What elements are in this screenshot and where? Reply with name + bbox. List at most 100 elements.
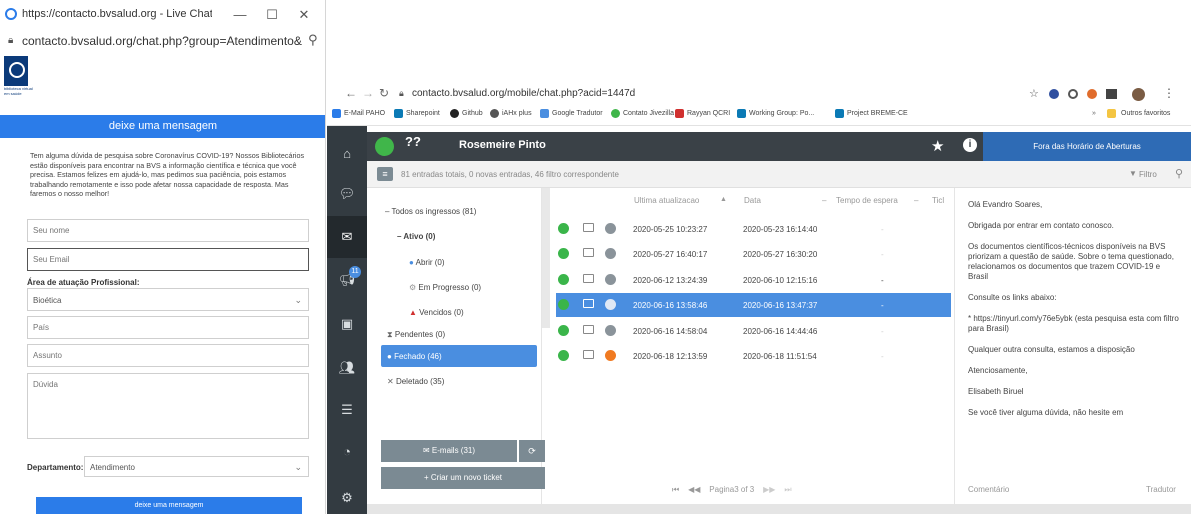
add-circle-icon[interactable] bbox=[605, 299, 616, 310]
check-circle-icon bbox=[558, 325, 569, 336]
close-icon[interactable]: ✕ bbox=[294, 6, 314, 24]
cell-date: 2020-06-16 14:44:46 bbox=[743, 327, 818, 336]
envelope-icon bbox=[583, 350, 594, 359]
refresh-icon[interactable]: ⟳ bbox=[519, 440, 545, 462]
bookmark-paho[interactable]: E-Mail PAHO bbox=[344, 110, 385, 117]
info-icon[interactable]: i bbox=[963, 138, 977, 152]
bookmark-working-group[interactable]: Working Group: Po... bbox=[749, 110, 814, 117]
table-row[interactable]: 2020-05-25 10:23:27 2020-05-23 16:14:40 … bbox=[556, 217, 951, 241]
hamburger-icon[interactable]: ≡ bbox=[377, 167, 393, 181]
sort-icon[interactable]: – bbox=[822, 196, 826, 205]
country-input[interactable] bbox=[27, 316, 309, 339]
name-input[interactable] bbox=[27, 219, 309, 242]
first-page-icon[interactable]: ⏮ bbox=[672, 485, 679, 494]
table-row[interactable]: 2020-05-27 16:40:17 2020-05-27 16:30:20 … bbox=[556, 242, 951, 266]
bookmark-breme[interactable]: Project BREME-CE bbox=[847, 110, 908, 117]
area-select[interactable]: Bioética ⌄ bbox=[27, 288, 309, 311]
bookmark-contato[interactable]: Contato Jivezilla bbox=[623, 110, 674, 117]
column-header-wait[interactable]: Tempo de espera bbox=[836, 196, 898, 205]
minimize-icon[interactable]: — bbox=[230, 6, 250, 24]
chat-icon[interactable]: 💬︎ bbox=[337, 184, 357, 204]
reload-icon[interactable]: ↻ bbox=[379, 86, 389, 100]
operator-name: Rosemeire Pinto bbox=[459, 139, 546, 151]
new-ticket-button[interactable]: + Criar um novo ticket bbox=[381, 467, 545, 489]
bookmark-github[interactable]: Github bbox=[462, 110, 483, 117]
users-icon[interactable]: 👥︎ bbox=[337, 358, 357, 378]
add-circle-icon[interactable] bbox=[605, 325, 616, 336]
chart-icon[interactable]: ◔ bbox=[337, 442, 357, 462]
search-icon[interactable]: ⚲ bbox=[1175, 167, 1183, 180]
gear-icon: ⚙ bbox=[409, 283, 417, 292]
comment-tab[interactable]: Comentário bbox=[968, 485, 1009, 494]
tree-item-all[interactable]: – Todos os ingressos (81) bbox=[385, 207, 476, 216]
bookmark-outros[interactable]: Outros favoritos bbox=[1121, 110, 1170, 117]
table-row[interactable]: 2020-06-18 12:13:59 2020-06-18 11:51:54 … bbox=[556, 344, 951, 368]
bookmark-sharepoint[interactable]: Sharepoint bbox=[406, 110, 440, 117]
table-row[interactable]: 2020-06-12 13:24:39 2020-06-10 12:15:16 … bbox=[556, 268, 951, 292]
bookmark-rayyan[interactable]: Rayyan QCRI bbox=[687, 110, 730, 117]
tree-item-active[interactable]: – Ativo (0) bbox=[397, 232, 435, 241]
subject-input[interactable] bbox=[27, 344, 309, 367]
opening-hours-status[interactable]: Fora das Horário de Aberturas bbox=[983, 132, 1191, 161]
back-icon[interactable]: ← bbox=[345, 86, 357, 100]
bookmark-google-tradutor[interactable]: Google Tradutor bbox=[552, 110, 603, 117]
maximize-icon[interactable]: ☐ bbox=[262, 6, 282, 24]
check-circle-icon bbox=[558, 223, 569, 234]
bookmark-star-icon[interactable]: ☆ bbox=[1029, 87, 1039, 100]
sort-icon[interactable]: – bbox=[914, 196, 918, 205]
sort-asc-icon[interactable]: ▲ bbox=[720, 196, 727, 203]
bookmark-iahx[interactable]: iAHx plus bbox=[502, 110, 532, 117]
forward-icon[interactable]: → bbox=[362, 86, 374, 100]
page-indicator: Pagina3 of 3 bbox=[709, 485, 755, 494]
emails-button[interactable]: ✉ E-mails (31) bbox=[381, 440, 517, 462]
table-row-selected[interactable]: 2020-06-16 13:58:46 2020-06-16 13:47:37 … bbox=[556, 293, 951, 317]
prev-page-icon[interactable]: ◀◀ bbox=[688, 485, 700, 494]
archive-icon[interactable]: ▣ bbox=[337, 314, 357, 334]
add-circle-icon[interactable] bbox=[605, 223, 616, 234]
next-page-icon[interactable]: ▶▶ bbox=[763, 485, 775, 494]
chat-popup-window: https://contacto.bvsalud.org - Live Chat… bbox=[0, 0, 326, 514]
menu-dots-icon[interactable]: ⋮ bbox=[1163, 86, 1175, 100]
reply-greeting: Olá Evandro Soares, bbox=[968, 200, 1043, 209]
avatar[interactable] bbox=[1132, 88, 1145, 101]
filter-button[interactable]: Filtro bbox=[1139, 170, 1157, 179]
send-message-button[interactable]: deixe uma mensagem bbox=[36, 497, 302, 514]
github-icon bbox=[450, 109, 459, 118]
column-header-updated[interactable]: Ultima atualizacao bbox=[634, 196, 699, 205]
table-row[interactable]: 2020-06-16 14:58:04 2020-06-16 14:44:46 … bbox=[556, 319, 951, 343]
check-circle-icon bbox=[558, 274, 569, 285]
sidebar: ⌂ 💬︎ ✉ 📢︎ 11 ▣ 👥︎ ☰ ◔ ⚙ bbox=[327, 126, 367, 514]
email-input[interactable] bbox=[27, 248, 309, 271]
extension-icon[interactable] bbox=[1106, 89, 1117, 99]
star-icon[interactable]: ★ bbox=[931, 137, 944, 155]
department-select[interactable]: Atendimento ⌄ bbox=[84, 456, 309, 477]
column-header-date[interactable]: Data bbox=[744, 196, 761, 205]
extension-icon[interactable] bbox=[1068, 89, 1078, 99]
settings-icon[interactable]: ⚙ bbox=[337, 488, 357, 508]
popup-address-bar[interactable]: 🔒︎ contacto.bvsalud.org/chat.php?group=A… bbox=[0, 30, 325, 52]
more-bookmarks-icon[interactable]: » bbox=[1092, 110, 1096, 117]
home-icon[interactable]: ⌂ bbox=[337, 144, 357, 164]
tree-item-overdue[interactable]: ▲ Vencidos (0) bbox=[409, 308, 464, 317]
question-textarea[interactable] bbox=[27, 373, 309, 439]
database-icon[interactable]: ☰ bbox=[337, 400, 357, 420]
extension-icon[interactable] bbox=[1087, 89, 1097, 99]
address-bar[interactable]: contacto.bvsalud.org/mobile/chat.php?aci… bbox=[412, 88, 635, 99]
mail-icon[interactable]: ✉ bbox=[337, 227, 357, 247]
tree-item-pending[interactable]: ⧗ Pendentes (0) bbox=[387, 330, 445, 340]
add-circle-icon[interactable] bbox=[605, 274, 616, 285]
zoom-icon[interactable]: ⚲ bbox=[308, 32, 318, 48]
last-page-icon[interactable]: ⏭ bbox=[784, 485, 791, 494]
column-header-ticket[interactable]: Ticl bbox=[932, 196, 944, 205]
reply-link[interactable]: * https://tinyurl.com/y76e5ybk (esta pes… bbox=[968, 314, 1182, 334]
add-circle-icon[interactable] bbox=[605, 248, 616, 259]
translator-tab[interactable]: Tradutor bbox=[1146, 485, 1176, 494]
tree-item-in-progress[interactable]: ⚙ Em Progresso (0) bbox=[409, 283, 481, 292]
tree-item-open[interactable]: ● Abrir (0) bbox=[409, 258, 445, 267]
extension-icon[interactable] bbox=[1049, 89, 1059, 99]
add-circle-icon[interactable] bbox=[605, 350, 616, 361]
tree-scrollbar[interactable] bbox=[542, 188, 550, 328]
tree-item-deleted[interactable]: ✕ Deletado (35) bbox=[387, 377, 444, 386]
tree-item-closed[interactable]: ● Fechado (46) bbox=[381, 345, 537, 367]
browser-nav-bar: ← → ↻ 🔒︎ contacto.bvsalud.org/mobile/cha… bbox=[327, 85, 1191, 105]
